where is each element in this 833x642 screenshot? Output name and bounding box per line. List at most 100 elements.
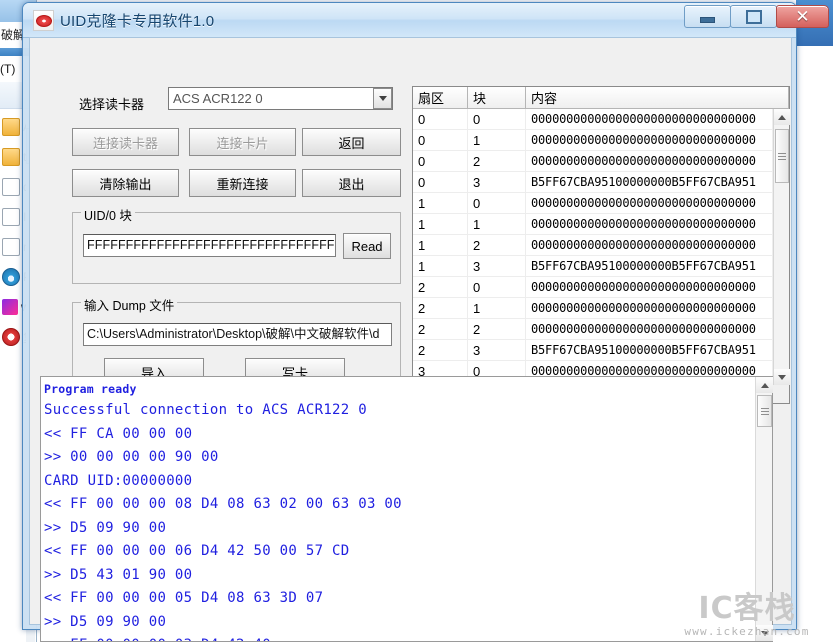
- grid-cell-sector: 2: [413, 298, 468, 318]
- app-card-icon: [33, 10, 54, 31]
- table-row[interactable]: 2200000000000000000000000000000000: [413, 319, 773, 340]
- window-titlebar[interactable]: UID克隆卡专用软件1.0 ✕: [23, 3, 796, 38]
- table-row[interactable]: 2100000000000000000000000000000000: [413, 298, 773, 319]
- grid-header-sector[interactable]: 扇区: [413, 87, 468, 108]
- maximize-icon: [746, 10, 762, 24]
- table-row[interactable]: 2000000000000000000000000000000000: [413, 277, 773, 298]
- table-row[interactable]: 0000000000000000000000000000000000: [413, 109, 773, 130]
- grid-scroll-corner: [773, 385, 789, 403]
- log-line: << FF 00 00 00 06 D4 42 50 00 57 CD: [44, 540, 754, 564]
- close-icon: ✕: [795, 8, 809, 25]
- table-row[interactable]: 23B5FF67CBA95100000000B5FF67CBA951: [413, 340, 773, 361]
- back-button[interactable]: 返回: [302, 128, 401, 156]
- table-row[interactable]: 13B5FF67CBA95100000000B5FF67CBA951: [413, 256, 773, 277]
- uid-group-title: UID/0 块: [81, 205, 135, 224]
- grid-cell-sector: 0: [413, 130, 468, 150]
- grid-cell-block: 3: [468, 256, 526, 276]
- log-line: >> D5 09 90 00: [44, 611, 754, 635]
- grid-cell-content: B5FF67CBA95100000000B5FF67CBA951: [526, 256, 773, 276]
- grid-cell-block: 3: [468, 172, 526, 192]
- grid-cell-content: 00000000000000000000000000000000: [526, 193, 773, 213]
- close-button[interactable]: ✕: [776, 5, 829, 28]
- grid-cell-block: 2: [468, 235, 526, 255]
- connect-reader-button[interactable]: 连接读卡器: [72, 128, 179, 156]
- grid-cell-sector: 1: [413, 214, 468, 234]
- table-row[interactable]: 1200000000000000000000000000000000: [413, 235, 773, 256]
- reader-select-value: ACS ACR122 0: [169, 91, 373, 106]
- grid-header-content[interactable]: 内容: [526, 87, 789, 108]
- dump-file-path-input[interactable]: C:\Users\Administrator\Desktop\破解\中文破解软件…: [83, 323, 392, 346]
- card-icon: [2, 328, 20, 346]
- grid-cell-sector: 2: [413, 319, 468, 339]
- grid-cell-sector: 0: [413, 172, 468, 192]
- card-data-grid[interactable]: 扇区 块 内容 00000000000000000000000000000000…: [412, 86, 790, 404]
- log-line: Successful connection to ACS ACR122 0: [44, 399, 754, 423]
- grid-cell-block: 0: [468, 277, 526, 297]
- grid-cell-block: 1: [468, 214, 526, 234]
- chevron-down-icon[interactable]: [373, 88, 392, 109]
- document-icon: [2, 208, 20, 226]
- window-title: UID克隆卡专用软件1.0: [60, 10, 214, 31]
- document-icon: [2, 178, 20, 196]
- reader-select-label: 选择读卡器: [79, 94, 144, 113]
- grid-cell-content: B5FF67CBA95100000000B5FF67CBA951: [526, 172, 773, 192]
- grid-cell-sector: 1: [413, 235, 468, 255]
- grid-cell-sector: 2: [413, 277, 468, 297]
- reconnect-button[interactable]: 重新连接: [189, 169, 296, 197]
- grid-vscroll-thumb[interactable]: [775, 129, 789, 183]
- log-scroll-up-icon[interactable]: [756, 377, 773, 393]
- grid-cell-sector: 0: [413, 151, 468, 171]
- grid-cell-content: B5FF67CBA95100000000B5FF67CBA951: [526, 340, 773, 360]
- table-row[interactable]: 03B5FF67CBA95100000000B5FF67CBA951: [413, 172, 773, 193]
- grid-cell-content: 00000000000000000000000000000000: [526, 319, 773, 339]
- log-line: >> D5 43 01 90 00: [44, 564, 754, 588]
- grid-cell-content: 00000000000000000000000000000000: [526, 214, 773, 234]
- log-line: >> D5 09 90 00: [44, 517, 754, 541]
- log-line: << FF CA 00 00 00: [44, 423, 754, 447]
- table-row[interactable]: 1000000000000000000000000000000000: [413, 193, 773, 214]
- grid-header-block[interactable]: 块: [468, 87, 526, 108]
- uid-group-box: UID/0 块 FFFFFFFFFFFFFFFFFFFFFFFFFFFFFFFF…: [72, 212, 401, 284]
- desktop-right-strip-bottom: [796, 46, 833, 642]
- grid-cell-content: 00000000000000000000000000000000: [526, 298, 773, 318]
- log-text-area[interactable]: Program readySuccessful connection to AC…: [44, 379, 754, 641]
- grid-cell-sector: 2: [413, 340, 468, 360]
- log-line: >> 00 00 00 00 90 00: [44, 446, 754, 470]
- scroll-up-icon[interactable]: [774, 109, 790, 125]
- grid-vertical-scrollbar[interactable]: [773, 109, 789, 385]
- table-row[interactable]: 0100000000000000000000000000000000: [413, 130, 773, 151]
- dump-group-title: 输入 Dump 文件: [81, 295, 177, 314]
- grid-cell-block: 0: [468, 193, 526, 213]
- exit-button[interactable]: 退出: [302, 169, 401, 197]
- reader-select-combobox[interactable]: ACS ACR122 0: [168, 87, 393, 110]
- grid-cell-content: 00000000000000000000000000000000: [526, 109, 773, 129]
- maximize-button[interactable]: [730, 5, 777, 28]
- log-line: << FF 00 00 00 05 D4 08 63 3D 07: [44, 587, 754, 611]
- log-console[interactable]: Program readySuccessful connection to AC…: [40, 376, 773, 642]
- grid-header-row: 扇区 块 内容: [413, 87, 789, 109]
- grid-cell-sector: 0: [413, 109, 468, 129]
- grid-cell-block: 2: [468, 151, 526, 171]
- log-vertical-scrollbar[interactable]: [755, 377, 772, 641]
- log-line: << FF 00 00 00 03 D4 42 40: [44, 634, 754, 641]
- scroll-down-icon[interactable]: [774, 369, 790, 385]
- minimize-icon: [700, 17, 715, 23]
- table-row[interactable]: 0200000000000000000000000000000000: [413, 151, 773, 172]
- table-row[interactable]: 1100000000000000000000000000000000: [413, 214, 773, 235]
- grid-cell-sector: 1: [413, 256, 468, 276]
- uid-input[interactable]: FFFFFFFFFFFFFFFFFFFFFFFFFFFFFFFF: [83, 234, 336, 257]
- log-line: CARD UID:00000000: [44, 470, 754, 494]
- clear-output-button[interactable]: 清除输出: [72, 169, 179, 197]
- minimize-button[interactable]: [684, 5, 731, 28]
- winrar-icon: [2, 299, 18, 315]
- connect-card-button[interactable]: 连接卡片: [189, 128, 296, 156]
- grid-cell-block: 0: [468, 109, 526, 129]
- log-vscroll-thumb[interactable]: [757, 395, 772, 427]
- grid-cell-block: 1: [468, 298, 526, 318]
- top-panel: 选择读卡器 ACS ACR122 0 连接读卡器 连接卡片 返回 清除输出 重新…: [34, 40, 786, 374]
- read-button[interactable]: Read: [343, 233, 391, 259]
- grid-body[interactable]: 0000000000000000000000000000000000010000…: [413, 109, 773, 385]
- grid-cell-sector: 1: [413, 193, 468, 213]
- log-scroll-down-icon[interactable]: [756, 625, 773, 641]
- log-line: << FF 00 00 00 08 D4 08 63 02 00 63 03 0…: [44, 493, 754, 517]
